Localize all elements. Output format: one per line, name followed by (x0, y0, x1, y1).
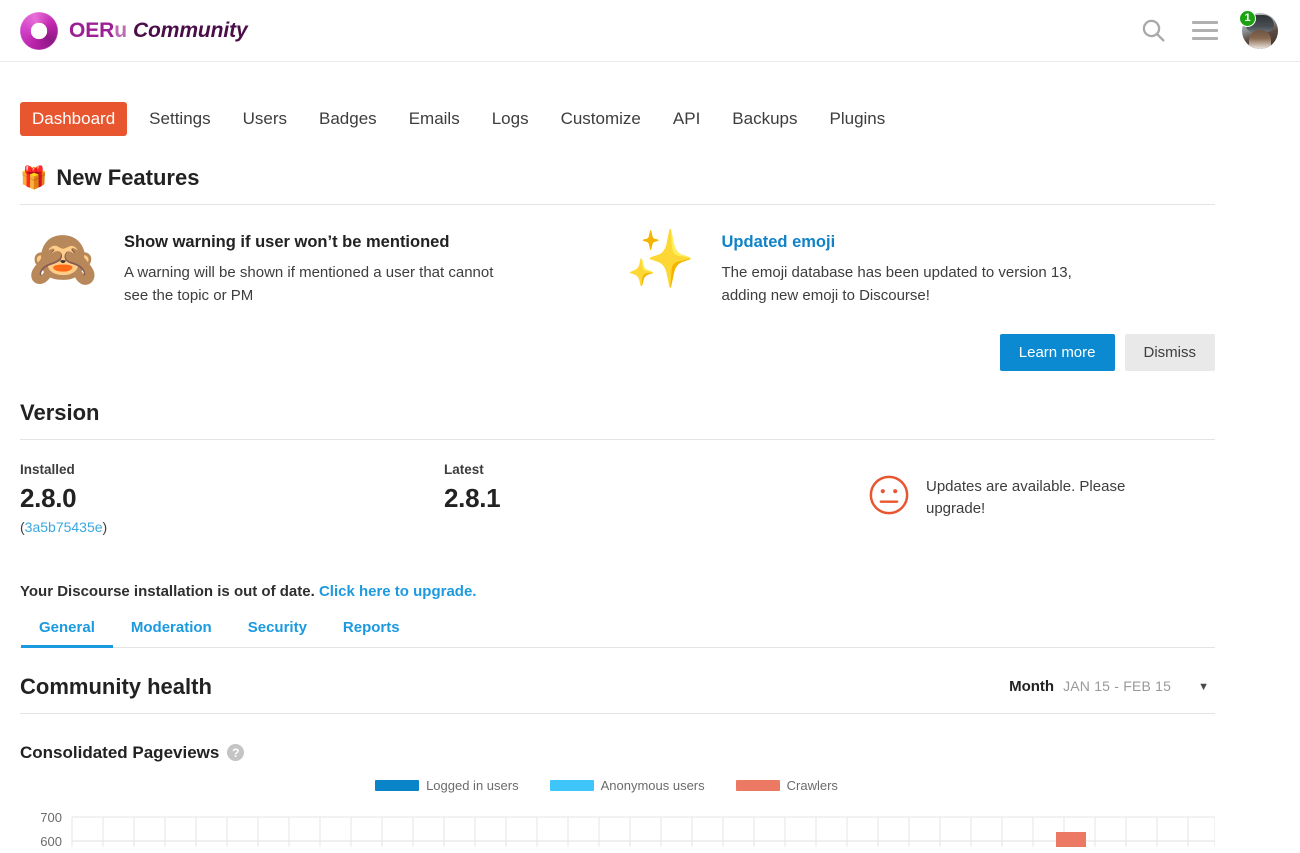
admin-page: Dashboard Settings Users Badges Emails L… (0, 62, 1235, 853)
new-features-heading-text: New Features (56, 165, 200, 190)
community-health-title: Community health (20, 673, 212, 699)
brand-community-text: Community (132, 18, 248, 42)
legend-label: Anonymous users (600, 778, 705, 793)
tab-security[interactable]: Security (230, 614, 325, 648)
site-header: OERu Community 1 (0, 0, 1300, 62)
admin-nav-item-users[interactable]: Users (233, 103, 297, 135)
version-status: Updates are available. Please upgrade! (868, 462, 1176, 521)
admin-nav-item-customize[interactable]: Customize (551, 103, 651, 135)
feature-item: ✨ Updated emoji The emoji database has b… (618, 227, 1216, 371)
community-health-header: Community health Month JAN 15 - FEB 15 ▼ (20, 674, 1215, 700)
feature-description: The emoji database has been updated to v… (721, 264, 1072, 305)
admin-nav-item-settings[interactable]: Settings (139, 103, 220, 135)
commit-hash-link[interactable]: 3a5b75435e (25, 519, 103, 535)
admin-nav: Dashboard Settings Users Badges Emails L… (20, 62, 1215, 136)
oeru-logo-icon (20, 11, 58, 50)
site-logo-brand[interactable]: OERu Community (20, 11, 248, 50)
dismiss-button[interactable]: Dismiss (1124, 333, 1215, 371)
admin-nav-item-dashboard[interactable]: Dashboard (20, 102, 128, 136)
period-label: Month (1009, 678, 1055, 695)
feature-body: Show warning if user won’t be mentioned … (124, 227, 618, 371)
brand-oer-text: OER (69, 18, 115, 42)
admin-nav-item-logs[interactable]: Logs (482, 103, 539, 135)
version-heading: Version (20, 400, 1215, 426)
feature-title-link[interactable]: Updated emoji (722, 233, 1216, 252)
chart-legend: Logged in users Anonymous users Crawlers (20, 775, 1215, 797)
upgrade-link[interactable]: Click here to upgrade. (319, 583, 477, 600)
tab-general[interactable]: General (21, 614, 113, 648)
period-selector[interactable]: Month JAN 15 - FEB 15 ▼ (1009, 678, 1215, 695)
new-features-heading: 🎁 New Features (20, 165, 1215, 191)
installed-label: Installed (20, 461, 75, 477)
legend-swatch-logged-in (375, 780, 420, 791)
header-actions: 1 (1138, 9, 1278, 49)
gridlines-vertical (71, 816, 1216, 847)
question-mark-help-icon[interactable]: ? (227, 744, 245, 761)
legend-item-logged-in-users[interactable]: Logged in users (375, 778, 519, 793)
legend-swatch-crawlers (735, 780, 780, 791)
avatar[interactable]: 1 (1239, 9, 1278, 49)
admin-nav-item-backups[interactable]: Backups (722, 103, 807, 135)
installed-version: 2.8.0 (20, 482, 77, 513)
legend-label: Crawlers (786, 778, 838, 793)
brand-u-text: u (114, 18, 127, 42)
learn-more-button[interactable]: Learn more (999, 333, 1115, 371)
admin-nav-item-badges[interactable]: Badges (309, 103, 387, 135)
legend-item-crawlers[interactable]: Crawlers (735, 778, 838, 793)
legend-item-anonymous-users[interactable]: Anonymous users (549, 778, 705, 793)
hash-paren-close: ) (102, 518, 108, 535)
neutral-face-icon (869, 475, 909, 514)
latest-label: Latest (444, 461, 484, 477)
search-icon[interactable] (1138, 16, 1168, 46)
period-range: JAN 15 - FEB 15 (1063, 678, 1172, 694)
site-title: OERu Community (69, 19, 248, 43)
report-title: Consolidated Pageviews ? (20, 743, 1215, 763)
chevron-down-icon: ▼ (1198, 681, 1209, 693)
notification-badge[interactable]: 1 (1239, 9, 1256, 27)
feature-body: Updated emoji The emoji database has bee… (721, 227, 1216, 371)
feature-description: A warning will be shown if mentioned a u… (124, 264, 494, 305)
dashboard-tabs: General Moderation Security Reports (20, 614, 1215, 648)
hamburger-menu-icon[interactable] (1190, 16, 1220, 46)
legend-label: Logged in users (426, 778, 519, 793)
installed-commit-hash: (3a5b75435e) (20, 519, 444, 535)
y-tick-600: 600 (40, 834, 62, 849)
chart-bar-crawlers[interactable] (1056, 831, 1086, 847)
y-tick-700: 700 (40, 810, 62, 825)
feature-title: Show warning if user won’t be mentioned (124, 233, 450, 251)
latest-version-column: Latest 2.8.1 (444, 462, 868, 514)
new-features-list: 🙈 Show warning if user won’t be mentione… (20, 205, 1215, 371)
installed-version-column: Installed 2.8.0 (3a5b75435e) (20, 462, 444, 535)
report-title-text: Consolidated Pageviews (20, 742, 220, 762)
tab-reports[interactable]: Reports (325, 614, 418, 648)
tab-moderation[interactable]: Moderation (113, 614, 230, 648)
version-status-text: Updates are available. Please upgrade! (926, 477, 1126, 518)
version-grid: Installed 2.8.0 (3a5b75435e) Latest 2.8.… (20, 440, 1215, 535)
version-heading-text: Version (20, 399, 100, 425)
chart-plot-area: 700 600 (40, 810, 1216, 849)
see-no-evil-monkey-emoji: 🙈 (28, 227, 98, 290)
consolidated-pageviews-chart: Logged in users Anonymous users Crawlers… (20, 775, 1216, 853)
admin-nav-item-emails[interactable]: Emails (399, 103, 470, 135)
latest-version: 2.8.1 (444, 482, 501, 513)
sparkles-emoji: ✨ (625, 227, 696, 290)
upgrade-notice-text: Your Discourse installation is out of da… (20, 582, 315, 600)
legend-swatch-anonymous (549, 780, 594, 791)
feature-actions: Learn more Dismiss (722, 333, 1215, 371)
feature-item: 🙈 Show warning if user won’t be mentione… (20, 227, 618, 371)
gift-emoji: 🎁 (20, 165, 48, 190)
admin-nav-item-api[interactable]: API (663, 103, 710, 135)
admin-nav-item-plugins[interactable]: Plugins (820, 103, 896, 135)
upgrade-notice: Your Discourse installation is out of da… (20, 583, 1215, 600)
community-health-divider (20, 712, 1215, 714)
